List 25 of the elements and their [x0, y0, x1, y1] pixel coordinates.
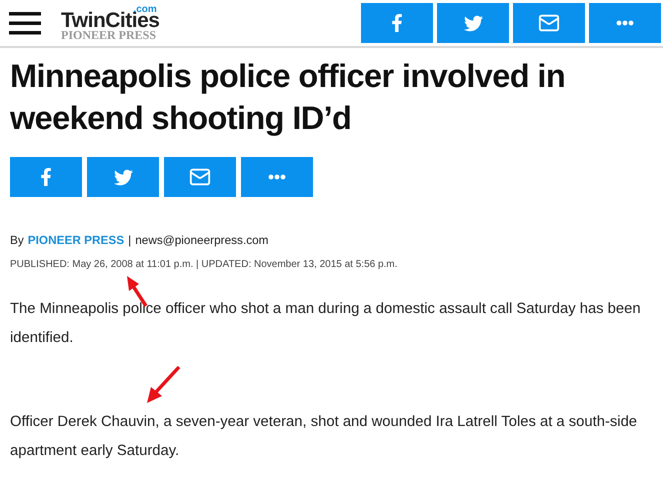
share-email-button[interactable] [513, 3, 585, 43]
headline: Minneapolis police officer involved in weekend shooting ID’d [10, 57, 566, 138]
article-paragraph: Officer Derek Chauvin, a seven-year veteran, shot and wounded Ira Latrell Toles at a south-side apartment early Saturday. [10, 412, 638, 461]
bird-icon [464, 14, 482, 32]
byline-separator: | [128, 232, 132, 249]
envelope-icon [189, 166, 211, 188]
share-facebook-button[interactable] [361, 3, 433, 43]
envelope-icon [538, 12, 560, 34]
site-logo[interactable]: TwinCities .com PIONEER PRESS [61, 5, 157, 41]
share-facebook-button[interactable] [10, 157, 82, 197]
share-twitter-button[interactable] [437, 3, 509, 43]
share-email-button[interactable] [164, 157, 236, 197]
author-email: news@pioneerpress.com [135, 232, 269, 249]
share-more-button[interactable] [241, 157, 313, 197]
annotation-arrow [144, 364, 182, 406]
bird-icon [114, 168, 132, 186]
article-paragraph: The Minneapolis police officer who shot a man during a domestic assault call Saturday has been identified. [10, 300, 642, 348]
share-twitter-button[interactable] [87, 157, 159, 197]
dateline: PUBLISHED: May 26, 2008 at 11:01 p.m. | UPDATED: November 13, 2015 at 5:56 p.m. [10, 258, 398, 272]
more-icon [268, 174, 286, 180]
more-icon [616, 20, 634, 26]
author-link[interactable]: PIONEER PRESS [28, 232, 124, 250]
menu-icon[interactable] [9, 11, 41, 35]
share-more-button[interactable] [589, 3, 661, 43]
byline-prefix: By [10, 232, 24, 249]
